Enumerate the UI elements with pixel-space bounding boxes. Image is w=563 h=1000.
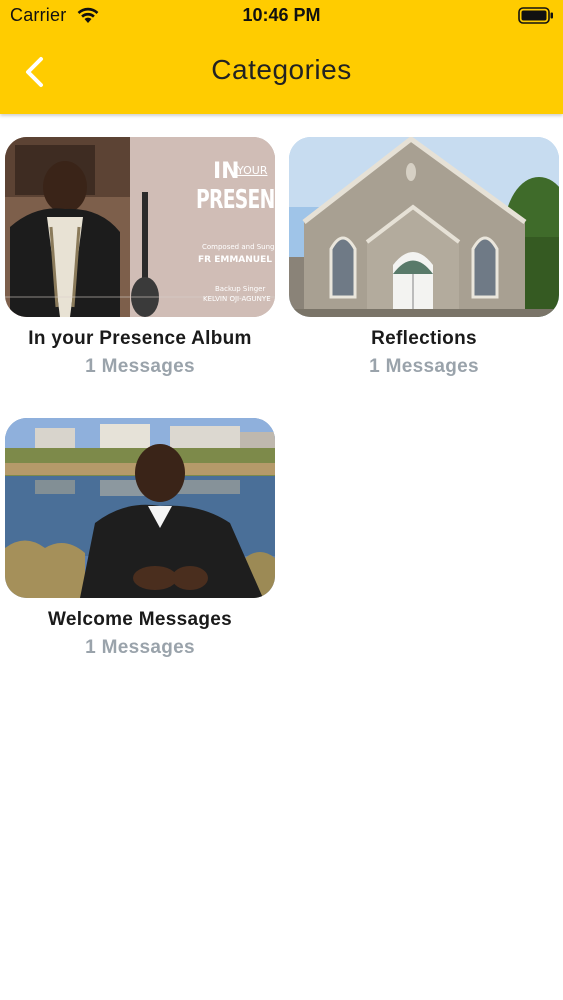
album-cover-thumbnail: IN YOUR PRESENCE Composed and Sung by FR… xyxy=(5,137,275,317)
category-card-in-your-presence[interactable]: IN YOUR PRESENCE Composed and Sung by FR… xyxy=(5,137,275,378)
nav-bar: Categories xyxy=(0,32,563,114)
category-title: Welcome Messages xyxy=(48,609,232,630)
category-title: Reflections xyxy=(371,328,477,349)
category-count: 1 Messages xyxy=(369,356,479,377)
cover-text-presence: PRESENCE xyxy=(196,185,275,215)
cover-text-composed: Composed and Sung by xyxy=(202,243,275,251)
header-bar: Carrier 10:46 PM Categories xyxy=(0,0,563,114)
cover-text-backup: Backup Singer xyxy=(215,285,266,293)
cover-text-in: IN xyxy=(213,159,240,184)
status-bar: Carrier 10:46 PM xyxy=(0,0,563,32)
welcome-video-thumbnail xyxy=(5,418,275,598)
page-title: Categories xyxy=(211,54,352,85)
church-thumbnail xyxy=(289,137,559,317)
cover-text-your: YOUR xyxy=(237,164,268,177)
category-title: In your Presence Album xyxy=(28,328,252,349)
category-count: 1 Messages xyxy=(85,356,195,377)
category-count: 1 Messages xyxy=(85,637,195,658)
cover-text-artist: FR EMMANUEL OKAN xyxy=(198,255,275,265)
category-card-welcome-messages[interactable]: Welcome Messages 1 Messages xyxy=(5,418,275,659)
category-card-reflections[interactable]: Reflections 1 Messages xyxy=(289,137,559,378)
cover-text-backup-name: KELVIN OJI-AGUNYE xyxy=(203,295,271,303)
clock: 10:46 PM xyxy=(242,5,321,25)
battery-icon xyxy=(518,7,553,24)
